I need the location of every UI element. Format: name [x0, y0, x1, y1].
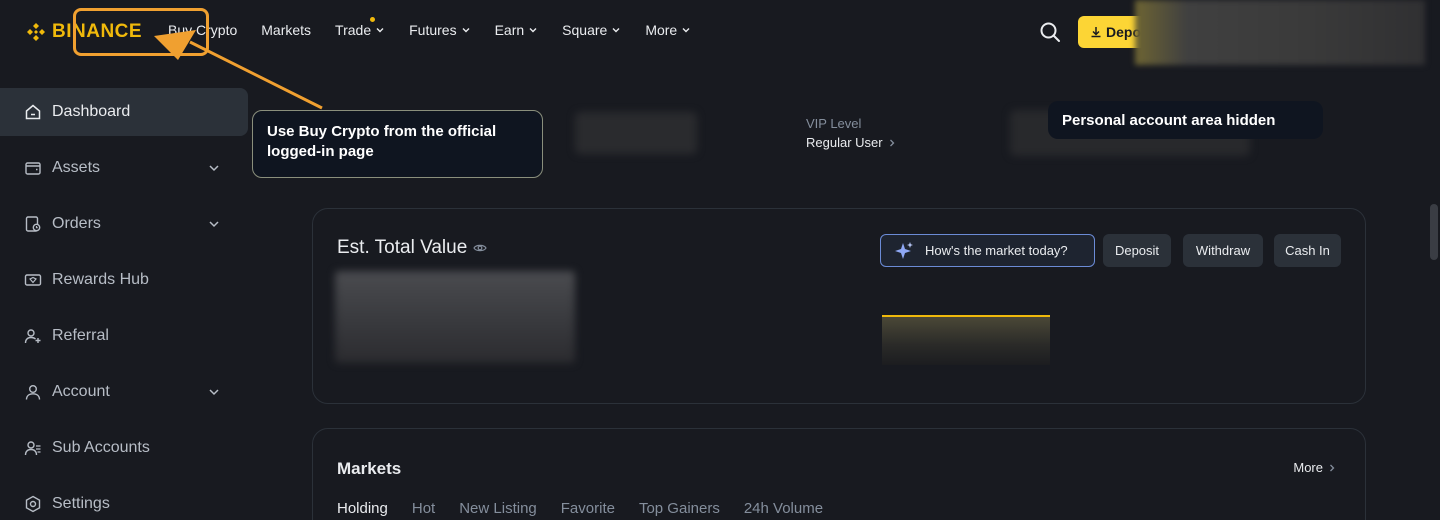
notification-dot — [370, 17, 376, 22]
tab-new-listing[interactable]: New Listing — [459, 500, 537, 517]
sidebar-item-label: Assets — [52, 159, 101, 176]
action-label: Cash In — [1285, 243, 1330, 258]
vip-level-label: VIP Level — [806, 116, 862, 131]
chevron-right-icon — [889, 139, 895, 146]
redacted-account-header — [1135, 0, 1425, 65]
withdraw-button[interactable]: Withdraw — [1183, 234, 1263, 267]
markets-card: Markets More Holding Hot New Listing Fav… — [312, 428, 1366, 520]
sidebar-item-sub-accounts[interactable]: Sub Accounts — [0, 424, 248, 472]
nav-label: Earn — [494, 22, 525, 38]
more-label: More — [1293, 460, 1323, 475]
sidebar-item-label: Settings — [52, 495, 110, 512]
cash-in-button[interactable]: Cash In — [1274, 234, 1341, 267]
total-value-title: Est. Total Value — [337, 237, 487, 259]
binance-logo-icon — [27, 23, 45, 41]
tab-holding[interactable]: Holding — [337, 500, 388, 517]
nav-label: Trade — [335, 22, 372, 38]
tab-24h-volume[interactable]: 24h Volume — [744, 500, 823, 517]
user-icon — [25, 385, 41, 400]
chevron-down-icon — [209, 221, 219, 228]
nav-label: More — [645, 22, 678, 38]
sidebar-item-label: Referral — [52, 327, 109, 344]
buy-crypto-highlight — [73, 8, 209, 56]
markets-more-link[interactable]: More — [1293, 460, 1337, 475]
main-nav: Buy Crypto Markets Trade Futures Earn Sq… — [168, 17, 691, 38]
download-icon — [1091, 27, 1101, 38]
sidebar: Dashboard Assets Orders Rewards Hub Refe… — [0, 64, 248, 520]
nav-trade[interactable]: Trade — [335, 17, 385, 38]
nav-more[interactable]: More — [645, 22, 691, 38]
sidebar-item-rewards-hub[interactable]: Rewards Hub — [0, 256, 248, 304]
markets-tabs: Holding Hot New Listing Favorite Top Gai… — [337, 500, 823, 517]
sidebar-item-label: Account — [52, 383, 110, 400]
search-icon[interactable] — [1038, 20, 1062, 44]
chevron-down-icon — [462, 28, 470, 33]
chevron-down-icon — [376, 28, 384, 33]
scrollbar[interactable] — [1430, 204, 1438, 260]
chevron-down-icon — [612, 28, 620, 33]
deposit-action-button[interactable]: Deposit — [1103, 234, 1171, 267]
balance-chart-area — [882, 315, 1050, 365]
chevron-down-icon — [529, 28, 537, 33]
top-navbar: BINANCE Buy Crypto Markets Trade Futures… — [0, 0, 1440, 65]
action-label: Deposit — [1114, 243, 1160, 258]
tab-top-gainers[interactable]: Top Gainers — [639, 500, 720, 517]
nav-label: Square — [562, 22, 608, 38]
sidebar-item-referral[interactable]: Referral — [0, 312, 248, 360]
sidebar-item-orders[interactable]: Orders — [0, 200, 248, 248]
market-insight-label: How's the market today? — [925, 243, 1068, 258]
sidebar-item-label: Orders — [52, 215, 101, 232]
sparkle-icon — [895, 241, 913, 259]
sidebar-item-label: Rewards Hub — [52, 271, 149, 288]
redaction-note: Personal account area hidden — [1048, 101, 1323, 139]
tab-hot[interactable]: Hot — [412, 500, 435, 517]
home-icon — [25, 104, 41, 120]
total-value-title-text: Est. Total Value — [337, 237, 468, 258]
nav-futures[interactable]: Futures — [409, 22, 470, 38]
orders-icon — [25, 216, 41, 232]
chevron-down-icon — [209, 389, 219, 396]
sidebar-item-label: Dashboard — [52, 103, 131, 120]
nav-square[interactable]: Square — [562, 22, 621, 38]
users-icon — [24, 441, 41, 456]
ticket-icon — [24, 274, 42, 286]
nav-earn[interactable]: Earn — [495, 22, 539, 38]
chevron-down-icon — [209, 165, 219, 172]
user-plus-icon — [24, 329, 41, 344]
tab-favorite[interactable]: Favorite — [561, 500, 615, 517]
annotation-callout: Use Buy Crypto from the official logged-… — [252, 110, 543, 178]
sidebar-item-account[interactable]: Account — [0, 368, 248, 416]
sidebar-item-label: Sub Accounts — [52, 439, 150, 456]
chevron-right-icon — [1330, 464, 1335, 471]
vip-level-link[interactable]: Regular User — [806, 135, 897, 150]
action-label: Withdraw — [1195, 243, 1251, 258]
chevron-down-icon — [682, 28, 690, 33]
nav-label: Markets — [261, 22, 312, 38]
wallet-icon — [25, 162, 41, 175]
market-insight-button[interactable]: How's the market today? — [880, 234, 1095, 267]
eye-icon[interactable] — [473, 241, 487, 255]
markets-title: Markets — [337, 459, 402, 478]
sidebar-item-settings[interactable]: Settings — [0, 480, 248, 520]
redacted-user-info — [575, 112, 697, 154]
vip-level-value: Regular User — [806, 135, 883, 150]
total-value-card: Est. Total Value How's the market today?… — [312, 208, 1366, 404]
gear-icon — [25, 495, 41, 513]
redacted-balance — [335, 271, 575, 363]
nav-markets[interactable]: Markets — [261, 22, 311, 38]
balance-chart-line — [882, 315, 1050, 317]
sidebar-item-dashboard[interactable]: Dashboard — [0, 88, 248, 136]
nav-label: Futures — [409, 22, 457, 38]
sidebar-item-assets[interactable]: Assets — [0, 144, 248, 192]
